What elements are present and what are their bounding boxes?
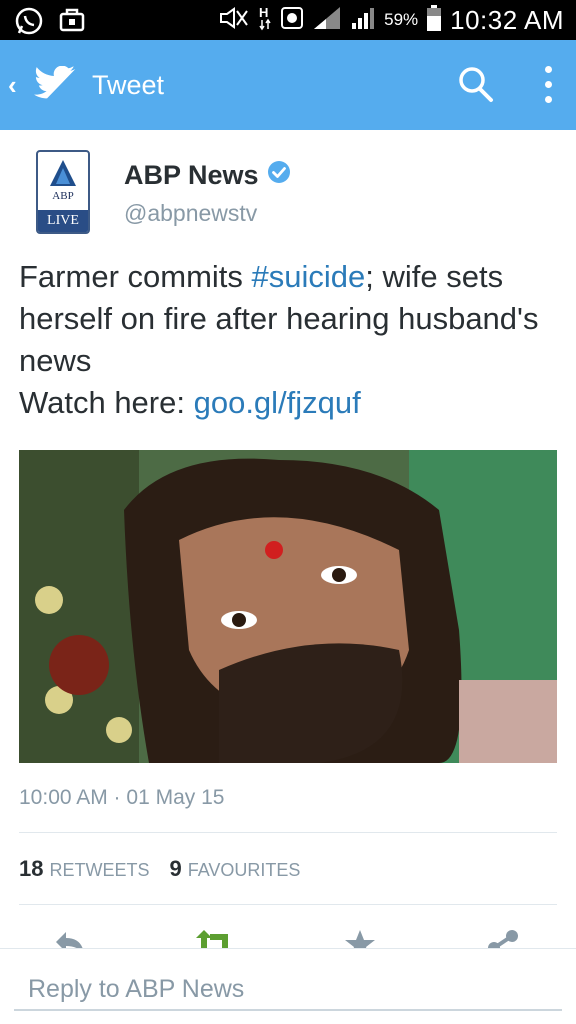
share-icon — [486, 930, 522, 948]
page-title: Tweet — [92, 70, 165, 100]
favourites-count: 9 — [169, 856, 182, 881]
reply-icon — [52, 932, 88, 948]
author-name[interactable]: ABP News — [124, 160, 291, 191]
divider — [19, 904, 557, 905]
app-bar: ‹ Tweet — [0, 40, 576, 130]
reply-input[interactable] — [14, 969, 562, 1011]
svg-text:H: H — [259, 5, 268, 20]
favorite-icon — [342, 930, 378, 948]
signal-icon — [312, 5, 342, 36]
avatar[interactable]: ABP LIVE — [36, 150, 90, 234]
back-icon: ‹ — [8, 70, 17, 100]
more-button[interactable] — [538, 66, 558, 106]
avatar-top-text: ABP — [52, 190, 74, 202]
author-name-text: ABP News — [124, 160, 259, 190]
retweets-label: RETWEETS — [49, 860, 150, 880]
tweet-text-part: Watch here: — [19, 385, 194, 420]
sync-icon — [280, 6, 304, 35]
battery-icon — [426, 4, 442, 37]
bag-icon — [58, 6, 86, 41]
battery-percent: 59% — [384, 10, 419, 29]
search-button[interactable] — [458, 66, 494, 109]
favorite-button[interactable] — [342, 928, 378, 948]
abp-logo-icon — [48, 158, 78, 193]
twitter-bird-icon — [34, 65, 78, 109]
tweet-timestamp: 10:00 AM · 01 May 15 — [19, 786, 225, 809]
reply-bar — [0, 948, 576, 1024]
search-icon — [458, 67, 494, 108]
retweet-icon — [194, 930, 238, 948]
tweet-actions — [0, 922, 576, 948]
author-handle[interactable]: @abpnewstv — [124, 200, 257, 227]
signal-bars-icon — [350, 5, 376, 36]
tweet-photo[interactable] — [19, 450, 557, 763]
more-vert-icon — [545, 66, 552, 73]
status-right-icons: H 59% 10:32 AM — [218, 4, 564, 36]
verified-badge-icon — [267, 160, 291, 191]
share-button[interactable] — [486, 928, 522, 948]
photo-illustration — [19, 450, 557, 763]
mute-icon — [218, 6, 250, 35]
status-left-icons — [14, 6, 86, 41]
h-data-icon: H — [258, 5, 272, 36]
retweets-count: 18 — [19, 856, 44, 881]
hashtag-link[interactable]: #suicide — [252, 259, 366, 294]
favourites-stat[interactable]: 9 FAVOURITES — [170, 856, 301, 882]
avatar-bottom-text: LIVE — [38, 210, 88, 232]
retweets-stat[interactable]: 18 RETWEETS — [19, 856, 150, 882]
whatsapp-icon — [14, 6, 44, 41]
divider — [19, 832, 557, 833]
clock: 10:32 AM — [450, 4, 564, 35]
reply-button[interactable] — [52, 928, 88, 948]
url-link[interactable]: goo.gl/fjzquf — [194, 385, 361, 420]
favourites-label: FAVOURITES — [187, 860, 301, 880]
tweet-text: Farmer commits #suicide; wife sets herse… — [19, 256, 564, 424]
retweet-button[interactable] — [194, 928, 238, 948]
tweet-text-part: Farmer commits — [19, 259, 252, 294]
status-bar: H 59% 10:32 AM — [0, 0, 576, 40]
tweet-stats: 18 RETWEETS 9 FAVOURITES — [19, 856, 300, 882]
